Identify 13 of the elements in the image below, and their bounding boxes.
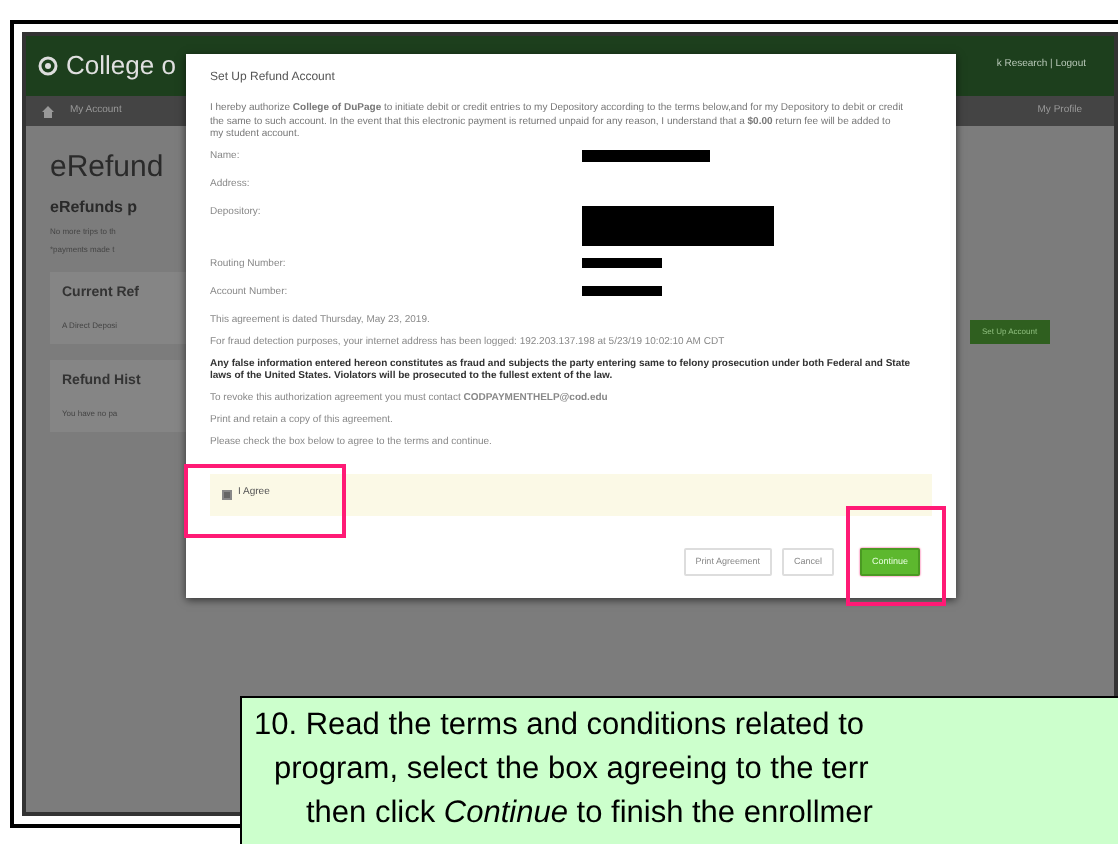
page-subtitle: eRefunds p — [50, 195, 140, 219]
highlight-frame — [845, 505, 946, 607]
redaction-bar — [582, 285, 662, 295]
site-logo-text: College o — [66, 48, 176, 85]
page-title: eRefund — [50, 148, 166, 188]
caption-text: program, select the box agreeing to the terr — [272, 750, 869, 790]
home-icon[interactable] — [42, 105, 54, 117]
agree-checkbox[interactable] — [222, 489, 232, 499]
caption-text: then click Continue to finish the enrollmer — [304, 794, 873, 834]
redaction-bar — [582, 149, 710, 161]
redaction-bar — [582, 257, 662, 267]
logo-icon — [38, 56, 58, 76]
caption-text: 10. Read the terms and conditions related to — [252, 706, 865, 746]
